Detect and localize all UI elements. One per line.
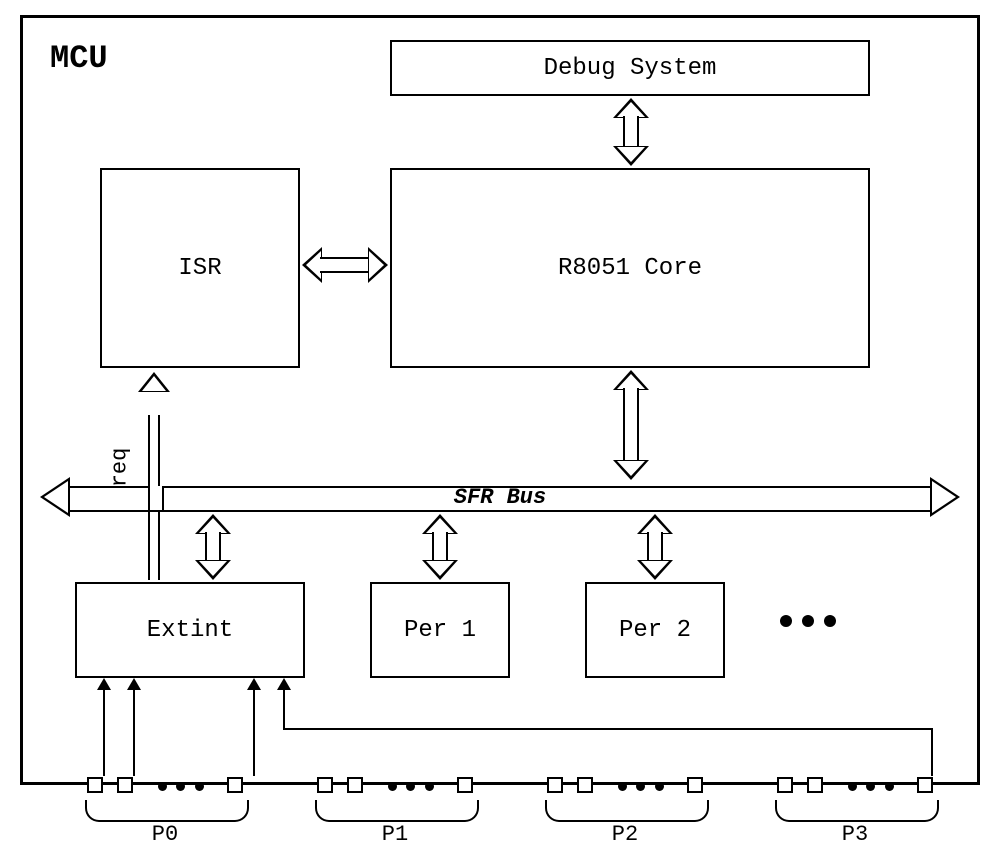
sfr-bus-label: SFR Bus [40, 485, 960, 510]
port-brace [315, 800, 479, 822]
port-pin [87, 777, 103, 793]
core-block: R8051 Core [390, 168, 870, 368]
ellipsis-dot-icon [158, 782, 167, 791]
port-pin [457, 777, 473, 793]
port-brace [775, 800, 939, 822]
port-brace [85, 800, 249, 822]
ellipsis-dot-icon [848, 782, 857, 791]
port-pin [347, 777, 363, 793]
port-pin [777, 777, 793, 793]
arrow-pin-extint [283, 728, 933, 730]
port-brace [545, 800, 709, 822]
isr-block: ISR [100, 168, 300, 368]
arrow-isr-core [302, 252, 388, 278]
per2-block: Per 2 [585, 582, 725, 678]
port-pin [547, 777, 563, 793]
port-pin [687, 777, 703, 793]
arrow-pin-extint [103, 680, 105, 776]
arrow-per1-sfr [427, 514, 453, 580]
mcu-title: MCU [50, 40, 108, 77]
arrow-pin-extint [253, 680, 255, 776]
arrow-core-sfr [618, 370, 644, 480]
ellipsis-dot-icon [406, 782, 415, 791]
ellipsis-dot-icon [176, 782, 185, 791]
req-label: req [107, 448, 132, 488]
extint-block: Extint [75, 582, 305, 678]
port-pin [807, 777, 823, 793]
ellipsis-dot-icon [388, 782, 397, 791]
ellipsis-dot-icon [885, 782, 894, 791]
debug-system-block: Debug System [390, 40, 870, 96]
diagram-stage: MCU Debug System ISR R8051 Core Extint P… [0, 0, 1000, 858]
ellipsis-dot-icon [866, 782, 875, 791]
arrow-pin-extint [133, 680, 135, 776]
port-label: P0 [152, 822, 178, 847]
ellipsis-dot-icon [425, 782, 434, 791]
port-pin [227, 777, 243, 793]
ellipsis-dot-icon [636, 782, 645, 791]
port-pin [577, 777, 593, 793]
port-label: P1 [382, 822, 408, 847]
ellipsis-dot-icon [618, 782, 627, 791]
more-peripherals-icon [780, 615, 836, 627]
arrow-debug-core [618, 98, 644, 166]
req-arrow-head-icon [138, 372, 170, 392]
ellipsis-dot-icon [655, 782, 664, 791]
ellipsis-dot-icon [195, 782, 204, 791]
port-label: P3 [842, 822, 868, 847]
port-pin [117, 777, 133, 793]
arrow-per2-sfr [642, 514, 668, 580]
port-label: P2 [612, 822, 638, 847]
req-arrow [148, 486, 164, 510]
arrow-pin-extint-head-icon [277, 678, 291, 690]
sfr-bus: SFR Bus [40, 482, 960, 512]
arrow-extint-sfr [200, 514, 226, 580]
per1-block: Per 1 [370, 582, 510, 678]
port-pin [917, 777, 933, 793]
port-pin [317, 777, 333, 793]
arrow-pin-extint [931, 728, 933, 776]
